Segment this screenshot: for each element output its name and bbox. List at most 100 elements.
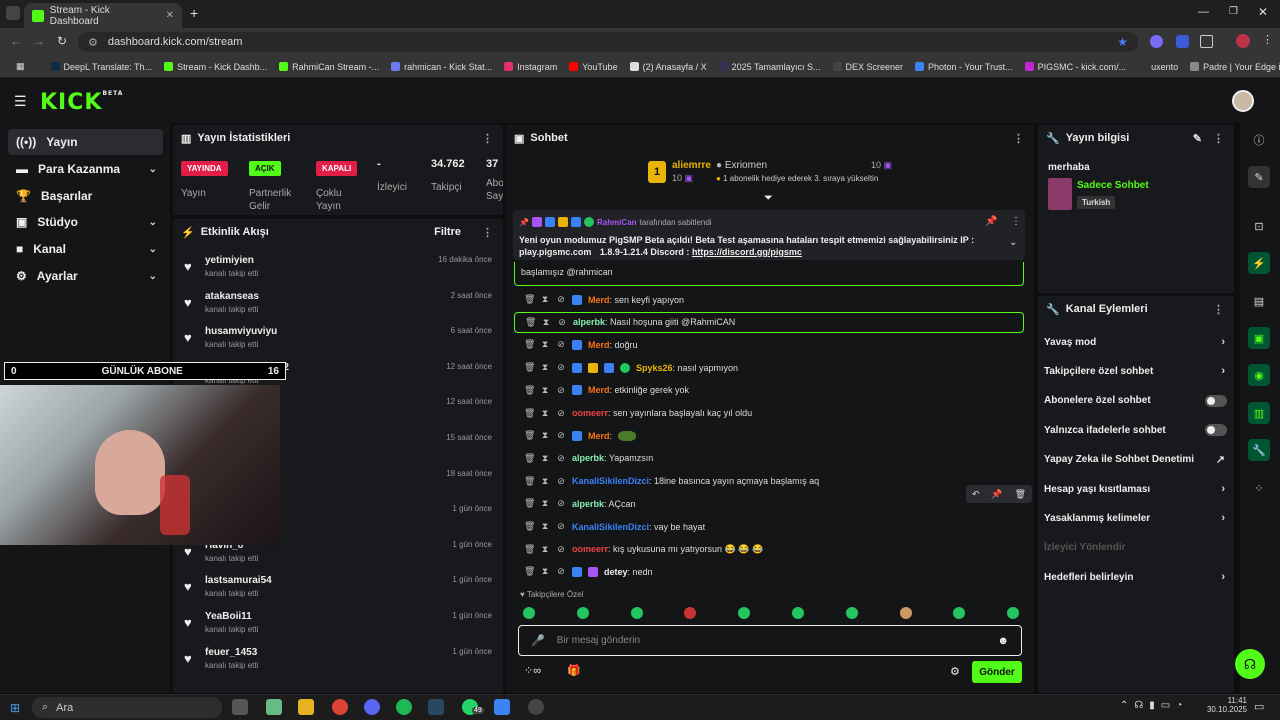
chat-username[interactable]: oomeerr (572, 408, 608, 418)
gift-icon[interactable]: 🎁 (567, 664, 581, 677)
taskbar-search[interactable]: ⌕ Ara (32, 697, 222, 718)
chat-username[interactable]: alperbk (572, 499, 604, 509)
chrome-icon[interactable] (332, 699, 348, 715)
document-icon[interactable]: ▤ (1248, 290, 1270, 312)
camera-icon[interactable]: ⊡ (1248, 215, 1270, 237)
delete-icon[interactable]: 🗑 (524, 385, 535, 396)
bookmark-item[interactable]: Photon - Your Trust... (909, 62, 1019, 72)
activity-user[interactable]: husamviyuviyu (205, 326, 277, 337)
ban-icon[interactable]: ⊘ (556, 521, 566, 532)
chat-message[interactable]: 🗑 ⧗ ⊘ Merd: etkinliğe gerek yok (514, 380, 1024, 401)
emoji-icon[interactable]: ☻ (997, 635, 1009, 647)
bookmark-item[interactable]: DEX Screener (827, 62, 910, 72)
app-icon[interactable] (494, 699, 510, 715)
ban-icon[interactable]: ⊘ (556, 498, 566, 509)
app-icon[interactable] (266, 699, 282, 715)
back-icon[interactable]: ← (10, 34, 22, 48)
system-tray-icons[interactable]: ⌃☊▮▭◔ (1120, 700, 1188, 711)
minimize-icon[interactable]: — (1198, 6, 1209, 18)
chat-message[interactable]: 🗑 ⧗ ⊘ Spyks26: nasıl yapmıyon (514, 357, 1024, 378)
activity-user[interactable]: YeaBoii11 (205, 611, 252, 622)
delete-icon[interactable]: 🗑 (524, 294, 535, 305)
bookmark-item[interactable]: Padre | Your Edge in... (1184, 62, 1280, 72)
chevron-down-icon[interactable]: ⌄ (1009, 237, 1017, 248)
timeout-icon[interactable]: ⧗ (540, 339, 550, 350)
ban-icon[interactable]: ⊘ (556, 362, 566, 373)
collapse-leaderboard-icon[interactable]: ⏷ (764, 192, 773, 205)
delete-icon[interactable]: 🗑 (524, 453, 535, 464)
url-field[interactable]: ⚙ dashboard.kick.com/stream ★ (78, 32, 1138, 52)
forward-icon[interactable]: → (33, 34, 45, 48)
edit-pencil-icon[interactable]: ✎ (1193, 132, 1202, 145)
site-info-icon[interactable]: ⚙ (88, 36, 98, 49)
toggle-switch[interactable] (1205, 394, 1227, 407)
ban-icon[interactable]: ⊘ (556, 566, 566, 577)
channel-action-item[interactable]: Yapay Zeka ile Sohbet Denetimi ↗ (1044, 450, 1229, 470)
discord-icon[interactable] (364, 699, 380, 715)
browser-tab[interactable]: Stream - Kick Dashboard ✕ (24, 3, 182, 28)
hamburger-menu-icon[interactable]: ☰ (14, 93, 27, 110)
chat-settings-gear-icon[interactable]: ⚙ (950, 665, 960, 678)
delete-icon[interactable]: 🗑 (524, 339, 535, 350)
chat-username[interactable]: Merd (588, 431, 610, 441)
more-options-icon[interactable]: ⋮ (1213, 132, 1224, 145)
bookmark-item[interactable]: PIGSMC - kick.com/... (1019, 62, 1133, 72)
more-options-icon[interactable]: ⋮ (1011, 216, 1021, 227)
ban-icon[interactable]: ⊘ (556, 476, 566, 487)
delete-icon[interactable]: 🗑 (524, 498, 535, 509)
chat-username[interactable]: KanaliSikilenDizci (572, 522, 649, 532)
timeout-icon[interactable]: ⧗ (540, 476, 550, 487)
chat-message[interactable]: 🗑 ⧗ ⊘ oomeerr: kış uykusuna mı yatıyorsun 😂… (514, 539, 1024, 560)
chat-username[interactable]: oomeerr (572, 544, 608, 554)
points-icon[interactable]: ⁘ (1248, 477, 1270, 499)
reply-icon[interactable]: ↶ (972, 489, 980, 500)
windows-start-icon[interactable]: ⊞ (10, 701, 20, 715)
edit-pencil-icon[interactable]: ✎ (1248, 166, 1270, 188)
profile-avatar[interactable] (1236, 34, 1250, 48)
delete-icon[interactable]: 🗑 (524, 408, 535, 419)
bookmark-item[interactable]: (2) Anasayfa / X (624, 62, 713, 72)
timeout-icon[interactable]: ⧗ (540, 408, 550, 419)
bookmark-item[interactable]: 2025 Tamamlayıcı S... (713, 62, 827, 72)
chat-username[interactable]: Merd (588, 295, 610, 305)
delete-icon[interactable]: 🗑 (524, 521, 535, 532)
extension-icon[interactable] (1150, 35, 1163, 48)
wrench-icon[interactable]: 🔧 (1248, 439, 1270, 461)
emote-icon[interactable] (899, 607, 912, 619)
new-tab-icon[interactable]: + (190, 5, 198, 21)
delete-icon[interactable]: 🗑 (524, 476, 535, 487)
notifications-icon[interactable]: ▭ (1254, 700, 1264, 713)
task-view-icon[interactable] (232, 699, 248, 715)
activity-user[interactable]: atakanseas (205, 291, 259, 302)
delete-icon[interactable]: 🗑 (524, 544, 535, 555)
category-name[interactable]: Sadece Sohbet (1077, 180, 1149, 191)
kick-logo[interactable]: KICKBETA (40, 90, 123, 115)
bookmark-item[interactable]: YouTube (563, 62, 623, 72)
tab-search-icon[interactable] (6, 6, 20, 20)
emote-icon[interactable] (523, 607, 535, 619)
more-options-icon[interactable]: ⋮ (482, 226, 493, 239)
chat-message[interactable]: 🗑 ⧗ ⊘ detey: nedn (514, 561, 1024, 582)
chat-bubble-icon[interactable]: ▣ (1248, 327, 1270, 349)
emote-icon[interactable] (630, 607, 643, 619)
channel-action-item[interactable]: Abonelere özel sohbet (1044, 391, 1229, 411)
more-options-icon[interactable]: ⋮ (1213, 303, 1224, 316)
chat-username[interactable]: Spyks26 (636, 363, 673, 373)
chat-message[interactable]: 🗑 ⧗ ⊘ alperbk: AÇcan (514, 493, 1024, 514)
ban-icon[interactable]: ⊘ (556, 385, 566, 396)
more-options-icon[interactable]: ⋮ (1013, 132, 1024, 145)
category-thumbnail[interactable] (1048, 178, 1072, 210)
browser-menu-icon[interactable]: ⋮ (1262, 33, 1273, 46)
chat-message[interactable]: 🗑 ⧗ ⊘ alperbk: Nasıl hoşuna giiti @RahmiCAN (514, 311, 1024, 333)
chat-username[interactable]: alperbk (573, 317, 605, 327)
ban-icon[interactable]: ⊘ (556, 544, 566, 555)
obs-icon[interactable] (528, 699, 544, 715)
nav-item-basarilar[interactable]: 🏆 Başarılar (8, 183, 163, 209)
extensions-puzzle-icon[interactable] (1200, 35, 1213, 48)
delete-icon[interactable]: 🗑 (1015, 489, 1026, 500)
delete-icon[interactable]: 🗑 (524, 430, 535, 441)
maximize-icon[interactable]: ❐ (1229, 6, 1238, 17)
emote-icon[interactable] (845, 607, 858, 619)
window-close-icon[interactable]: ✕ (1258, 5, 1268, 19)
file-explorer-icon[interactable] (298, 699, 314, 715)
